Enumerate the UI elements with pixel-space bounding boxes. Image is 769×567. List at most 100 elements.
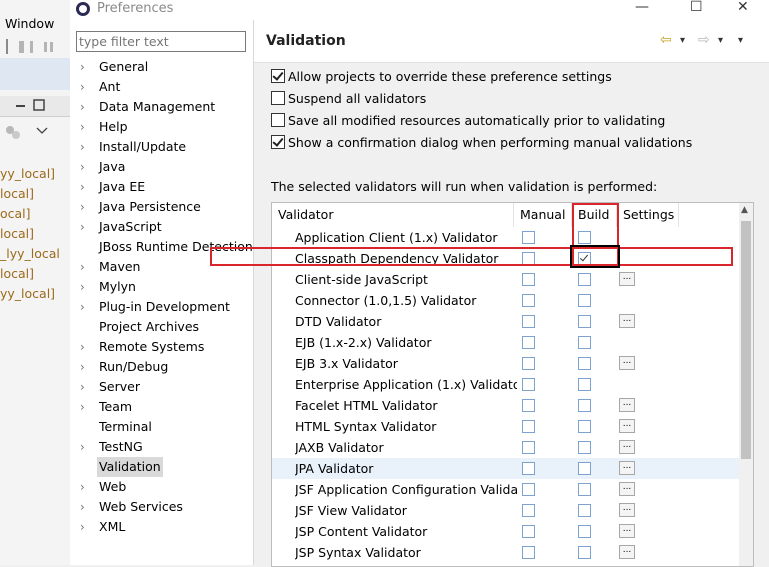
manual-checkbox[interactable] (522, 483, 535, 496)
manual-checkbox[interactable] (522, 420, 535, 433)
build-checkbox[interactable] (578, 525, 591, 538)
build-checkbox[interactable] (578, 315, 591, 328)
scrollbar-thumb[interactable] (741, 221, 751, 459)
chevron-right-icon[interactable]: › (80, 437, 92, 457)
chevron-right-icon[interactable]: › (80, 137, 92, 157)
chevron-right-icon[interactable]: › (80, 297, 92, 317)
minimize-maximize-icons[interactable] (0, 96, 70, 116)
settings-button[interactable]: ... (619, 545, 635, 559)
manual-checkbox[interactable] (522, 525, 535, 538)
manual-checkbox[interactable] (522, 336, 535, 349)
settings-button[interactable]: ... (619, 524, 635, 538)
column-header-settings[interactable]: Settings (617, 203, 679, 227)
column-header-validator[interactable]: Validator (272, 203, 514, 227)
column-header-manual[interactable]: Manual (514, 203, 572, 227)
table-row[interactable]: Facelet HTML Validator... (272, 395, 739, 416)
settings-button[interactable]: ... (619, 356, 635, 370)
chevron-right-icon[interactable]: › (80, 397, 92, 417)
table-row[interactable]: Client-side JavaScript... (272, 269, 739, 290)
background-list-item[interactable]: yy_local] (0, 284, 60, 304)
settings-button[interactable]: ... (619, 314, 635, 328)
option-checkbox[interactable] (271, 91, 285, 105)
manual-checkbox[interactable] (522, 378, 535, 391)
filter-input[interactable] (76, 31, 246, 52)
manual-checkbox[interactable] (522, 294, 535, 307)
table-scrollbar[interactable]: ▲ (739, 203, 753, 566)
chevron-right-icon[interactable]: › (80, 257, 92, 277)
build-checkbox[interactable] (578, 441, 591, 454)
manual-checkbox[interactable] (522, 504, 535, 517)
chevron-right-icon[interactable]: › (80, 357, 92, 377)
chevron-right-icon[interactable]: › (80, 117, 92, 137)
build-checkbox[interactable] (578, 399, 591, 412)
chevron-right-icon[interactable]: › (80, 377, 92, 397)
chevron-right-icon[interactable]: › (80, 57, 92, 77)
manual-checkbox[interactable] (522, 462, 535, 475)
background-list-item[interactable]: _lyy_local (0, 244, 60, 264)
chevron-right-icon[interactable]: › (80, 77, 92, 97)
manual-checkbox[interactable] (522, 357, 535, 370)
table-row[interactable]: JSF Application Configuration Valida....… (272, 479, 739, 500)
settings-button[interactable]: ... (619, 482, 635, 496)
build-checkbox[interactable] (578, 462, 591, 475)
settings-button[interactable]: ... (619, 419, 635, 433)
settings-button[interactable]: ... (619, 440, 635, 454)
option-checkbox-row[interactable]: Suspend all validators (271, 90, 426, 108)
build-checkbox[interactable] (578, 357, 591, 370)
chevron-right-icon[interactable]: › (80, 517, 92, 537)
forward-arrow-icon[interactable]: ⇨ (698, 32, 710, 48)
settings-button[interactable]: ... (619, 503, 635, 517)
build-checkbox[interactable] (578, 294, 591, 307)
background-list-item[interactable]: local] (0, 264, 60, 284)
build-checkbox[interactable] (578, 378, 591, 391)
table-row[interactable]: JPA Validator... (272, 458, 739, 479)
background-list-item[interactable]: local] (0, 184, 60, 204)
back-dropdown-icon[interactable]: ▾ (680, 35, 685, 46)
table-row[interactable]: JSP Syntax Validator... (272, 542, 739, 563)
view-menu-icon[interactable]: ▾ (738, 35, 743, 46)
chevron-right-icon[interactable]: › (80, 197, 92, 217)
forward-dropdown-icon[interactable]: ▾ (718, 35, 723, 46)
option-checkbox[interactable] (271, 69, 285, 83)
manual-checkbox[interactable] (522, 399, 535, 412)
build-checkbox[interactable] (578, 420, 591, 433)
maximize-button[interactable]: ☐ (690, 0, 703, 15)
build-checkbox[interactable] (578, 273, 591, 286)
chevron-right-icon[interactable]: › (80, 337, 92, 357)
close-button[interactable]: ✕ (737, 0, 749, 15)
build-checkbox[interactable] (578, 336, 591, 349)
table-row[interactable]: JAXB Validator... (272, 437, 739, 458)
background-list-item[interactable]: yy_local] (0, 164, 60, 184)
settings-button[interactable]: ... (619, 461, 635, 475)
manual-checkbox[interactable] (522, 273, 535, 286)
build-checkbox[interactable] (578, 483, 591, 496)
build-checkbox[interactable] (578, 546, 591, 559)
table-row[interactable]: JSP Content Validator... (272, 521, 739, 542)
option-checkbox-row[interactable]: Save all modified resources automaticall… (271, 112, 665, 130)
chevron-right-icon[interactable]: › (80, 217, 92, 237)
table-row[interactable]: JSF View Validator... (272, 500, 739, 521)
table-row[interactable]: Enterprise Application (1.x) Validator (272, 374, 739, 395)
background-list-item[interactable]: ocal] (0, 204, 60, 224)
chevron-right-icon[interactable]: › (80, 177, 92, 197)
chevron-right-icon[interactable]: › (80, 157, 92, 177)
option-checkbox-row[interactable]: Show a confirmation dialog when performi… (271, 134, 692, 152)
back-arrow-icon[interactable]: ⇦ (660, 32, 672, 48)
option-checkbox[interactable] (271, 135, 285, 149)
option-checkbox[interactable] (271, 113, 285, 127)
option-checkbox-row[interactable]: Allow projects to override these prefere… (271, 68, 612, 86)
table-row[interactable]: Connector (1.0,1.5) Validator (272, 290, 739, 311)
chevron-right-icon[interactable]: › (80, 277, 92, 297)
manual-checkbox[interactable] (522, 315, 535, 328)
settings-button[interactable]: ... (619, 398, 635, 412)
chevron-right-icon[interactable]: › (80, 97, 92, 117)
chevron-right-icon[interactable]: › (80, 497, 92, 517)
table-row[interactable]: EJB 3.x Validator... (272, 353, 739, 374)
chevron-right-icon[interactable]: › (80, 477, 92, 497)
manual-checkbox[interactable] (522, 546, 535, 559)
table-row[interactable]: EJB (1.x-2.x) Validator (272, 332, 739, 353)
scroll-up-icon[interactable]: ▲ (741, 205, 748, 215)
manual-checkbox[interactable] (522, 231, 535, 244)
table-row[interactable]: HTML Syntax Validator... (272, 416, 739, 437)
background-list-item[interactable]: local] (0, 224, 60, 244)
